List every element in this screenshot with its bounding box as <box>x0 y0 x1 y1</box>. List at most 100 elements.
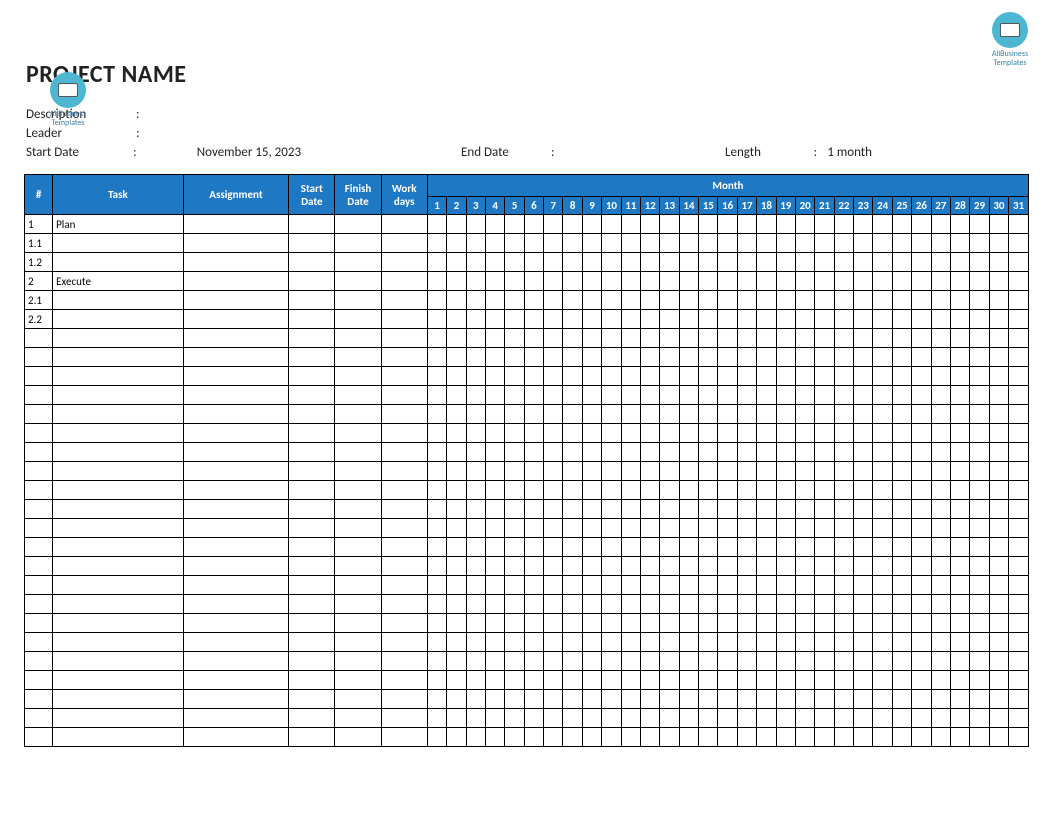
gantt-cell <box>718 709 737 728</box>
gantt-cell <box>815 576 834 595</box>
gantt-cell <box>1009 519 1029 538</box>
gantt-cell <box>699 576 718 595</box>
gantt-cell <box>931 728 950 747</box>
gantt-cell <box>466 595 485 614</box>
gantt-cell <box>989 367 1008 386</box>
gantt-cell <box>737 690 756 709</box>
gantt-cell <box>737 576 756 595</box>
gantt-cell <box>505 310 524 329</box>
leader-label: Leader <box>26 126 136 141</box>
gantt-cell <box>776 462 795 481</box>
gantt-cell <box>427 443 446 462</box>
gantt-cell <box>892 348 911 367</box>
gantt-cell <box>854 519 873 538</box>
gantt-cell <box>524 519 543 538</box>
gantt-cell <box>660 500 679 519</box>
gantt-cell <box>854 633 873 652</box>
row-number <box>25 462 53 481</box>
gantt-cell <box>621 500 640 519</box>
gantt-cell <box>757 443 776 462</box>
gantt-cell <box>582 519 601 538</box>
gantt-cell <box>1009 367 1029 386</box>
gantt-cell <box>524 291 543 310</box>
gantt-cell <box>912 728 931 747</box>
gantt-cell <box>1009 386 1029 405</box>
row-task <box>53 557 184 576</box>
gantt-cell <box>834 310 853 329</box>
gantt-cell <box>447 690 466 709</box>
row-number <box>25 671 53 690</box>
gantt-cell <box>931 671 950 690</box>
gantt-cell <box>582 709 601 728</box>
gantt-cell <box>640 405 659 424</box>
gantt-cell <box>970 728 989 747</box>
gantt-cell <box>602 728 621 747</box>
gantt-cell <box>892 462 911 481</box>
gantt-cell <box>563 424 582 443</box>
row-finish <box>335 234 381 253</box>
row-task <box>53 386 184 405</box>
gantt-cell <box>466 291 485 310</box>
gantt-cell <box>757 576 776 595</box>
project-meta: Description : Leader : Start Date : Nove… <box>26 107 1032 160</box>
gantt-cell <box>544 709 563 728</box>
gantt-cell <box>466 424 485 443</box>
gantt-cell <box>989 443 1008 462</box>
gantt-cell <box>563 614 582 633</box>
gantt-cell <box>544 538 563 557</box>
row-assignment <box>183 538 288 557</box>
gantt-cell <box>485 405 504 424</box>
gantt-cell <box>970 462 989 481</box>
gantt-cell <box>544 728 563 747</box>
gantt-cell <box>795 348 814 367</box>
gantt-cell <box>640 462 659 481</box>
row-number <box>25 386 53 405</box>
gantt-cell <box>524 443 543 462</box>
brand-text: AllBusiness Templates <box>40 110 96 128</box>
gantt-cell <box>970 652 989 671</box>
gantt-cell <box>989 424 1008 443</box>
gantt-cell <box>466 253 485 272</box>
gantt-cell <box>1009 310 1029 329</box>
gantt-cell <box>602 215 621 234</box>
gantt-cell <box>621 709 640 728</box>
gantt-cell <box>815 500 834 519</box>
row-task <box>53 234 184 253</box>
row-start <box>289 367 335 386</box>
gantt-cell <box>582 386 601 405</box>
row-assignment <box>183 614 288 633</box>
gantt-cell <box>563 291 582 310</box>
gantt-cell <box>563 500 582 519</box>
gantt-cell <box>505 652 524 671</box>
gantt-cell <box>602 633 621 652</box>
gantt-cell <box>563 443 582 462</box>
gantt-cell <box>718 272 737 291</box>
gantt-cell <box>544 386 563 405</box>
gantt-cell <box>582 215 601 234</box>
gantt-cell <box>1009 234 1029 253</box>
gantt-cell <box>718 348 737 367</box>
gantt-cell <box>970 557 989 576</box>
gantt-cell <box>699 215 718 234</box>
gantt-cell <box>427 215 446 234</box>
gantt-cell <box>892 215 911 234</box>
gantt-cell <box>776 329 795 348</box>
gantt-cell <box>582 310 601 329</box>
gantt-cell <box>970 481 989 500</box>
gantt-cell <box>854 652 873 671</box>
gantt-cell <box>950 291 969 310</box>
day-header-2: 2 <box>447 197 466 215</box>
day-header-7: 7 <box>544 197 563 215</box>
gantt-cell <box>582 652 601 671</box>
gantt-cell <box>776 538 795 557</box>
gantt-cell <box>621 614 640 633</box>
gantt-row <box>25 519 1029 538</box>
gantt-cell <box>1009 709 1029 728</box>
gantt-cell <box>621 481 640 500</box>
gantt-cell <box>873 386 892 405</box>
gantt-cell <box>485 367 504 386</box>
gantt-cell <box>815 310 834 329</box>
gantt-cell <box>679 500 698 519</box>
gantt-cell <box>505 253 524 272</box>
gantt-cell <box>447 652 466 671</box>
